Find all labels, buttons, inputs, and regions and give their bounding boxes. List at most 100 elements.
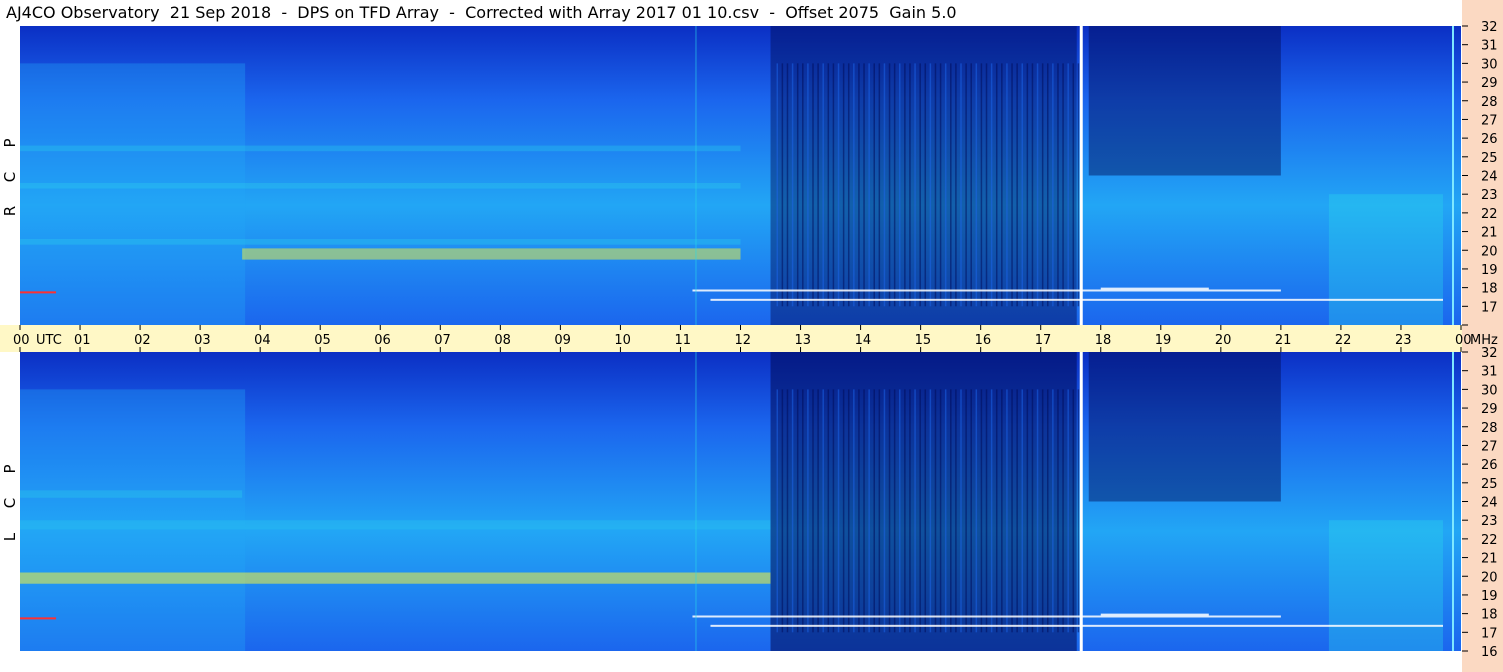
striation <box>883 63 886 307</box>
striation <box>1016 389 1018 633</box>
striation <box>878 63 881 307</box>
rfi-line-2 <box>1100 287 1209 290</box>
striation <box>847 389 850 633</box>
striation <box>837 63 840 307</box>
striation <box>812 63 814 307</box>
striation <box>888 389 891 633</box>
striation <box>919 389 921 633</box>
lcp-letter-c: C <box>1 497 19 509</box>
striation <box>990 389 993 633</box>
striation <box>934 389 937 633</box>
striation <box>929 63 932 307</box>
emission-band-1 <box>20 520 771 530</box>
striation <box>944 389 947 633</box>
striation <box>786 63 789 307</box>
striation <box>914 389 916 633</box>
striation <box>1031 63 1034 307</box>
striation <box>796 63 799 307</box>
striation <box>980 63 983 307</box>
striation <box>955 389 957 633</box>
striation <box>1072 389 1075 633</box>
rcp-letter-p: P <box>1 138 19 148</box>
striation <box>827 63 830 307</box>
striation <box>909 63 911 307</box>
striation <box>781 389 784 633</box>
striation <box>1021 63 1023 307</box>
striation <box>970 63 972 307</box>
striation <box>853 63 855 307</box>
striation <box>1047 389 1049 633</box>
frequency-axis-strip <box>1462 0 1503 672</box>
end-marker <box>1451 26 1454 325</box>
striation <box>1011 389 1013 633</box>
striation <box>919 63 921 307</box>
striation <box>786 389 789 633</box>
striation <box>1052 389 1054 633</box>
lcp-letter-p: P <box>1 464 19 474</box>
striation <box>873 63 875 307</box>
marker-1115 <box>695 26 697 325</box>
striation <box>847 63 850 307</box>
striation <box>980 389 983 633</box>
emission-band-1 <box>20 239 741 245</box>
striation <box>985 389 988 633</box>
striation <box>1011 63 1013 307</box>
striation <box>1036 389 1039 633</box>
striation <box>883 389 886 633</box>
striation <box>802 63 804 307</box>
striation <box>878 389 881 633</box>
rfi-line-2 <box>1100 613 1209 616</box>
emission-band-3 <box>20 145 741 152</box>
marker-1115 <box>695 352 697 651</box>
striation <box>791 63 794 307</box>
striation <box>950 389 952 633</box>
evening-absorption <box>1088 26 1281 176</box>
striation <box>807 63 809 307</box>
striation <box>796 389 799 633</box>
striation <box>950 63 952 307</box>
daytime-absorption <box>770 26 1077 325</box>
daytime-absorption <box>770 352 1077 651</box>
rfi-line-red <box>20 291 57 294</box>
striation <box>812 389 814 633</box>
striation <box>863 389 865 633</box>
striation <box>909 389 911 633</box>
striation <box>853 389 855 633</box>
striation <box>924 389 927 633</box>
striation <box>1001 63 1003 307</box>
striation <box>1062 389 1064 633</box>
striation <box>888 63 891 307</box>
striation <box>817 389 819 633</box>
emission-band-0 <box>20 572 771 584</box>
striation <box>832 63 835 307</box>
striation <box>1057 389 1059 633</box>
data-gap <box>1079 352 1083 651</box>
evening-noise <box>1328 194 1443 325</box>
striation <box>1006 63 1008 307</box>
rcp-spectrogram <box>20 26 1461 325</box>
striation <box>868 63 870 307</box>
striation <box>832 389 835 633</box>
striation <box>1026 389 1029 633</box>
striation <box>1041 389 1044 633</box>
striation <box>934 63 937 307</box>
striation <box>1006 389 1008 633</box>
striation <box>827 389 830 633</box>
striation <box>1016 63 1018 307</box>
emission-band-2 <box>20 182 741 189</box>
striation <box>1057 63 1059 307</box>
striation <box>914 63 916 307</box>
rfi-line-red <box>20 617 57 620</box>
striation <box>837 389 840 633</box>
striation <box>975 63 978 307</box>
rfi-line-1 <box>710 624 1443 627</box>
rfi-line-1 <box>710 298 1443 301</box>
striation <box>893 389 896 633</box>
striation <box>965 389 967 633</box>
striation <box>858 63 860 307</box>
striation <box>960 389 962 633</box>
emission-band-2 <box>20 490 243 498</box>
lcp-spectrogram <box>20 352 1461 651</box>
striation <box>955 63 957 307</box>
striation <box>863 63 865 307</box>
